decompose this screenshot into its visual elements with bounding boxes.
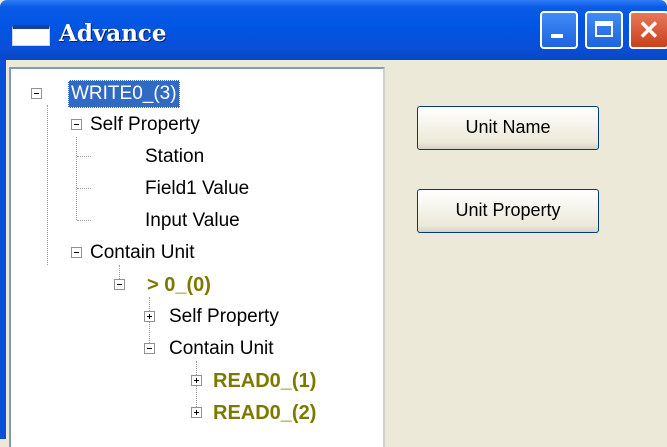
window-icon xyxy=(12,25,50,46)
tree-connector xyxy=(77,188,91,189)
close-icon: ✕ xyxy=(638,15,660,45)
tree-node-child-contain-unit[interactable]: Contain Unit xyxy=(169,336,274,362)
maximize-button[interactable] xyxy=(585,11,623,49)
unit-tree[interactable]: WRITE0_(3) Self Property Station Field1 … xyxy=(9,67,385,447)
window-border xyxy=(0,60,6,439)
minimize-icon xyxy=(551,34,563,38)
collapse-toggle[interactable] xyxy=(144,343,155,354)
collapse-toggle[interactable] xyxy=(31,88,42,99)
tree-node-field1-value[interactable]: Field1 Value xyxy=(145,176,249,202)
maximize-icon xyxy=(595,21,613,37)
tree-node-unit-0[interactable]: > 0_(0) xyxy=(147,272,211,298)
tree-node-station[interactable]: Station xyxy=(145,144,204,170)
tree-node-read0-2[interactable]: READ0_(2) xyxy=(213,400,316,426)
tree-connector xyxy=(47,105,48,265)
tree-node-self-property[interactable]: Self Property xyxy=(90,112,200,138)
tree-connector xyxy=(77,220,91,221)
window-title: Advance xyxy=(59,20,167,47)
tree-connector xyxy=(76,137,77,220)
tree-connector xyxy=(77,156,91,157)
tree-node-input-value[interactable]: Input Value xyxy=(145,208,240,234)
title-bar[interactable]: Advance ✕ xyxy=(0,0,667,60)
unit-name-button[interactable]: Unit Name xyxy=(417,106,599,150)
tree-node-contain-unit[interactable]: Contain Unit xyxy=(90,240,195,266)
collapse-toggle[interactable] xyxy=(71,119,82,130)
close-button[interactable]: ✕ xyxy=(629,11,667,49)
collapse-toggle[interactable] xyxy=(114,279,125,290)
minimize-button[interactable] xyxy=(540,11,578,49)
tree-node-root[interactable]: WRITE0_(3) xyxy=(68,80,180,108)
unit-property-button[interactable]: Unit Property xyxy=(417,189,599,233)
expand-toggle[interactable] xyxy=(191,407,202,418)
collapse-toggle[interactable] xyxy=(71,247,82,258)
tree-node-child-self-property[interactable]: Self Property xyxy=(169,304,279,330)
tree-node-read0-1[interactable]: READ0_(1) xyxy=(213,368,316,394)
expand-toggle[interactable] xyxy=(191,375,202,386)
expand-toggle[interactable] xyxy=(144,311,155,322)
